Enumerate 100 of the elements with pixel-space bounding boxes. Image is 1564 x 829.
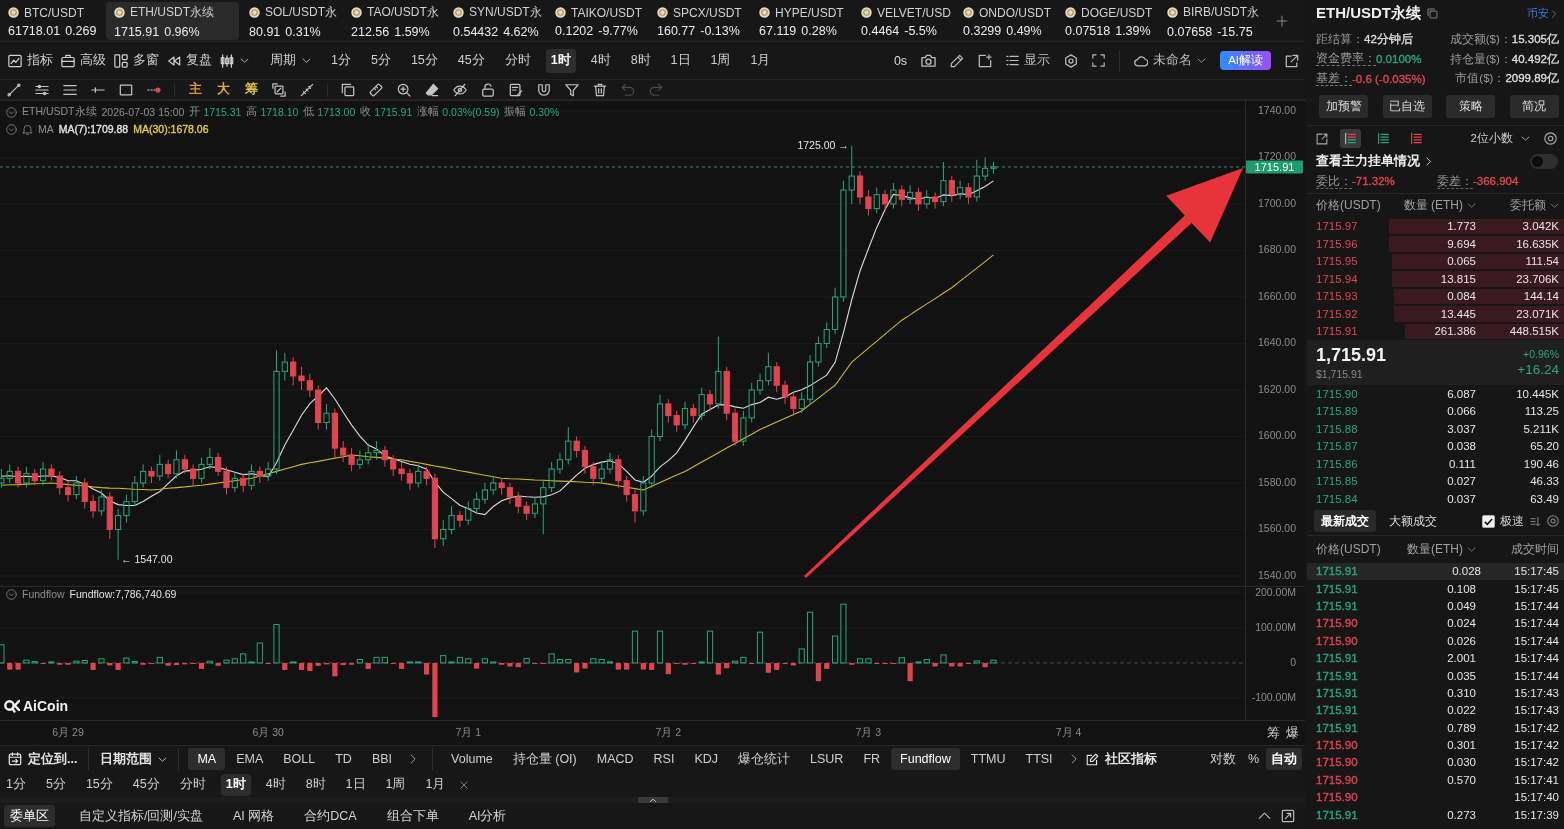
settings-icon[interactable] [1064,53,1079,68]
ticker-tab[interactable]: BTC/USDT 61718.01 0.269 [2,1,104,40]
marker-toggle[interactable]: 筹 [237,80,265,99]
ticker-tab[interactable]: TAIKO/USDT 0.1202 -9.77% [549,1,651,40]
indicator-tab[interactable]: Fundflow [891,748,960,770]
indicator-tab[interactable]: LSUR [801,748,853,770]
precision-menu[interactable]: 2位小数 [1470,131,1530,146]
target-icon[interactable] [1544,132,1557,145]
period-tab[interactable]: 15分 [80,773,118,796]
fullscreen-icon[interactable] [1092,54,1106,67]
trend-line-icon[interactable] [7,82,21,97]
rectangle-icon[interactable] [119,82,133,97]
chevron-circle-icon[interactable] [6,588,17,600]
period-tab[interactable]: 1月 [745,48,776,73]
bottom-tab[interactable]: 合约DCA [298,805,363,827]
scale-option[interactable]: 自动 [1266,748,1302,770]
ruler-icon[interactable] [369,82,383,97]
edit-note-icon[interactable] [509,82,523,97]
period-tab[interactable]: 8时 [300,773,331,796]
ticker-tab[interactable]: TAO/USDT永 212.56 1.59% [345,1,447,40]
measure-icon[interactable] [300,82,314,97]
ai-button[interactable]: AI解读 [1220,51,1271,70]
scale-option[interactable]: % [1242,748,1264,770]
scale-option[interactable]: 对数 [1204,748,1241,770]
depth-link[interactable]: 查看主力挂单情况 [1316,152,1433,170]
chevron-right-icon[interactable] [408,754,419,764]
checkbox[interactable] [1482,514,1495,528]
ticker-tab[interactable]: SPCX/USDT 160.77 -0.13% [651,1,753,40]
sort-icon[interactable] [1530,515,1541,527]
toolbar-button[interactable]: 多窗 [112,47,161,74]
marker-toggle[interactable]: 大 [209,80,237,99]
axis-toggle[interactable]: 爆 [1286,725,1299,741]
display-button[interactable]: 显示 [1006,52,1051,69]
magnet-icon[interactable] [537,82,551,97]
period-tab[interactable]: 1分 [326,48,356,73]
ticker-tab[interactable]: SOL/USDT永 80.91 0.31% [243,1,345,40]
crop-icon[interactable] [272,82,286,97]
ticker-tab[interactable]: ETH/USDT永续 1715.91 0.96% [106,1,239,40]
share-icon[interactable] [1285,53,1299,68]
period-tab[interactable]: 15分 [405,48,443,73]
exchange-link[interactable]: 币安 [1527,6,1558,21]
indicator-tab[interactable]: TD [326,748,361,770]
parallel-lines-icon[interactable] [35,82,49,97]
indicator-tab[interactable]: TTMU [961,748,1015,770]
plus-icon[interactable] [1276,14,1288,27]
indicator-tab[interactable]: BBI [362,748,402,770]
book-layout-button[interactable] [1340,129,1361,148]
indicator-tab[interactable]: 持仓量 (OI) [503,748,586,770]
bottom-tab[interactable]: 委单区 [4,805,55,827]
period-tab[interactable]: 1日 [340,773,371,796]
chevron-circle-icon[interactable] [6,123,17,135]
period-tab[interactable]: 1时 [220,773,251,796]
indicator-tab[interactable]: TTSI [1016,748,1062,770]
toggle-switch[interactable] [1530,153,1558,169]
pen-icon[interactable] [950,53,965,68]
chevron-up-icon[interactable] [1258,809,1271,822]
trades-tab[interactable]: 大额成交 [1382,510,1444,532]
period-tab[interactable]: 4时 [585,48,616,73]
ticker-tab[interactable]: VELVET/USD 0.4464 -5.5% [855,1,957,40]
target-icon[interactable] [1547,515,1559,527]
close-icon[interactable] [459,779,470,790]
eye-off-icon[interactable] [453,82,467,97]
indicator-tab[interactable]: FR [854,748,890,770]
bottom-tab[interactable]: AI分析 [462,805,513,827]
locate-button[interactable]: 定位到... [6,748,80,770]
period-tab[interactable]: 1周 [705,48,736,73]
pop-out-icon[interactable] [1316,132,1328,145]
ticker-tab[interactable]: ONDO/USDT 0.3299 0.49% [957,1,1059,40]
ticker-tab[interactable]: SYN/USDT永 0.54432 4.62% [447,1,549,40]
ticker-tab[interactable]: HYPE/USDT 67.119 0.28% [753,1,855,40]
bottom-tab[interactable]: AI 网格 [226,805,281,827]
trash-icon[interactable] [593,82,607,97]
collapse-handle-icon[interactable] [637,797,668,803]
period-tab[interactable]: 8时 [625,48,656,73]
indicator-tab[interactable]: KDJ [685,748,728,770]
indicator-tab[interactable]: 爆仓统计 [729,748,800,770]
marker-toggle[interactable]: 主 [181,80,209,99]
toolbar-button[interactable]: 复盘 [165,47,214,74]
period-tab[interactable]: 1分 [1,773,31,796]
indicator-tab[interactable]: MA [188,748,226,770]
period-tab[interactable]: 5分 [40,773,71,796]
caret-icon[interactable] [1550,201,1559,211]
eraser-icon[interactable] [425,82,439,97]
period-tab[interactable]: 45分 [452,48,490,73]
indicator-tab[interactable]: BOLL [274,748,325,770]
action-button[interactable]: 加预警 [1319,95,1368,118]
ticker-tab[interactable]: DOGE/USDT 0.07518 1.39% [1059,1,1161,40]
period-tab[interactable]: 4时 [260,773,291,796]
period-tab[interactable]: 分时 [174,773,211,796]
layout-menu[interactable]: 未命名 [1134,52,1207,69]
toolbar-button[interactable]: 指标 [6,47,55,74]
add-window-icon[interactable] [978,53,993,68]
horizontal-lines-icon[interactable] [63,82,77,97]
indicator-tab[interactable]: Volume [442,748,502,770]
period-tab[interactable]: 分时 [499,48,536,73]
period-menu[interactable]: 周期 [268,47,313,74]
period-tab[interactable]: 1时 [545,48,576,73]
camera-icon[interactable] [921,53,937,68]
lock-icon[interactable] [481,82,495,97]
action-button[interactable]: 已自选 [1382,95,1432,118]
